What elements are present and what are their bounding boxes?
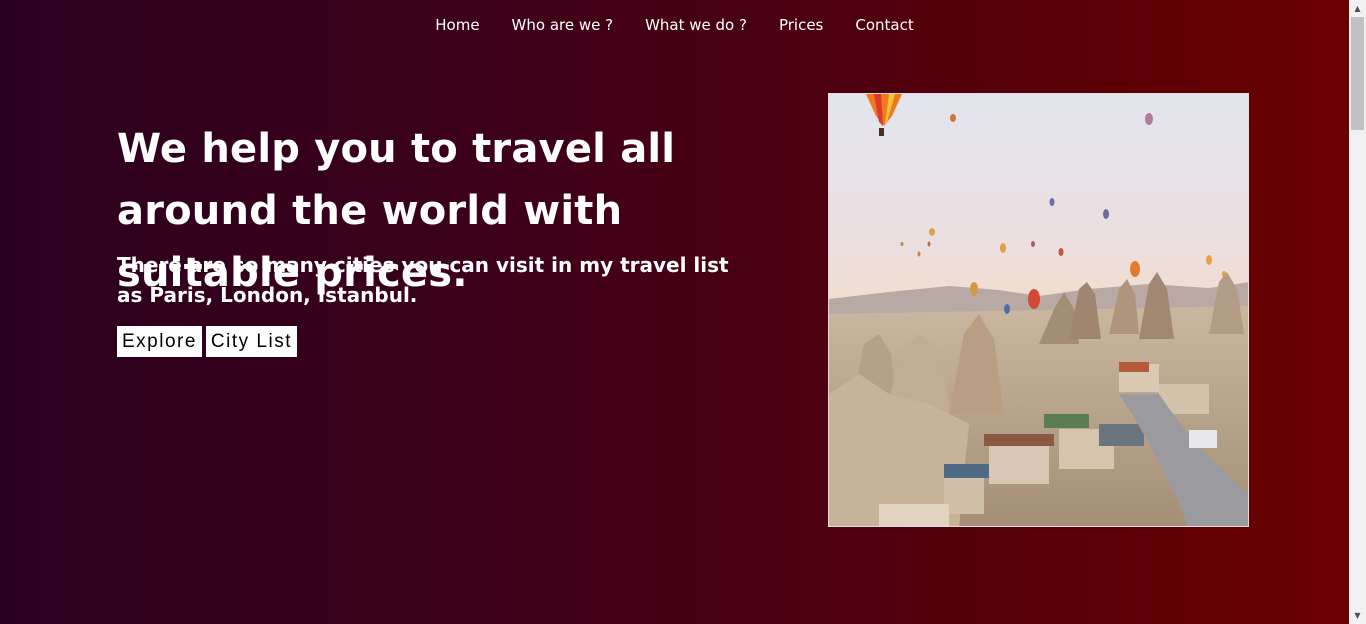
- scroll-down-arrow-icon[interactable]: ▼: [1349, 607, 1366, 624]
- nav-home-link[interactable]: Home: [419, 0, 495, 50]
- main-nav: Home Who are we ? What we do ? Prices Co…: [0, 0, 1349, 50]
- nav-contact-link[interactable]: Contact: [839, 0, 929, 50]
- hero-subline: There are so many cities you can visit i…: [117, 253, 729, 307]
- nav-what-we-do-link[interactable]: What we do ?: [629, 0, 763, 50]
- nav-prices-link[interactable]: Prices: [763, 0, 839, 50]
- scroll-thumb[interactable]: [1351, 17, 1364, 130]
- city-list-button[interactable]: City List: [205, 326, 297, 357]
- explore-button[interactable]: Explore: [117, 326, 202, 357]
- page-background: Home Who are we ? What we do ? Prices Co…: [0, 0, 1349, 624]
- page-scrollbar[interactable]: ▲ ▼: [1349, 0, 1366, 624]
- hero-buttons: Explore City List: [117, 326, 297, 357]
- nav-who-are-we-link[interactable]: Who are we ?: [496, 0, 630, 50]
- cappadocia-balloons-image: [828, 93, 1249, 527]
- scroll-up-arrow-icon[interactable]: ▲: [1349, 0, 1366, 17]
